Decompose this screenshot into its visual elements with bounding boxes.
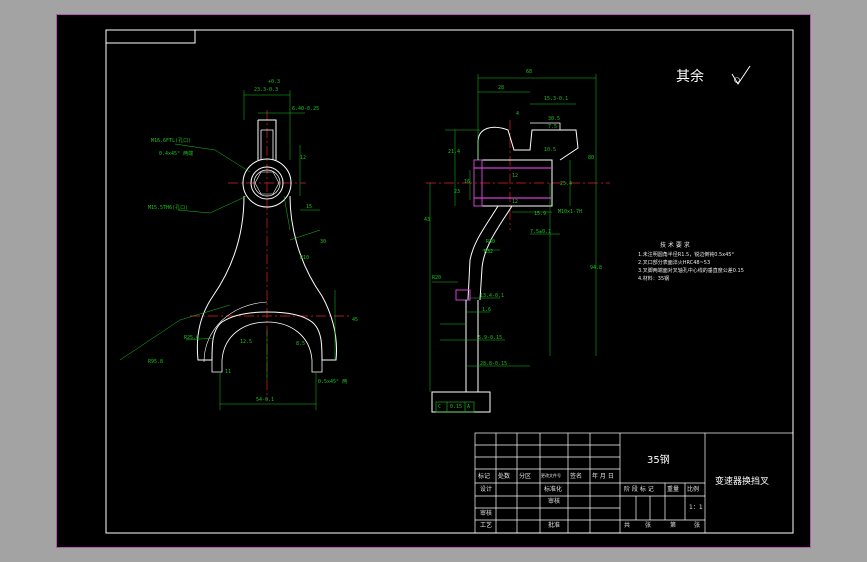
dim-label: 12.5 (240, 339, 253, 345)
tb-row-label: 标准化 (544, 486, 563, 493)
dim-label: 25.4 (560, 181, 573, 187)
part-name: 变速器换挡叉 (715, 477, 770, 487)
tech-note-line: 3.叉脚两端面对叉轴孔中心线的垂直度公差0.15 (638, 268, 744, 274)
dim-label: 5.9-0.15 (478, 335, 503, 341)
dim-line (179, 304, 231, 321)
dim-label: M10x1-7H (558, 209, 583, 215)
dim-label: 12 (512, 173, 519, 179)
dim-label: 0.5x45° 两 (318, 379, 348, 385)
tech-note-line: 1.未注明圆角半径R1.5，锐边倒钝0.5x45° (638, 252, 734, 258)
dim-label: +0.3 (268, 79, 281, 85)
dim-label: 68 (526, 69, 533, 75)
dim-line (119, 319, 181, 361)
dim-label: 12 (300, 155, 307, 161)
dim-label: 11 (225, 369, 232, 375)
dim-label: 21.4 (448, 149, 461, 155)
dim-label: 80 (588, 155, 595, 161)
dim-label: 1.6 (482, 307, 492, 313)
tb-row-label: 工艺 (480, 522, 493, 529)
dim-label: 7.5±0.1 (530, 229, 552, 235)
dim-label: R10 (300, 255, 310, 261)
tb-sheet: 共 (624, 522, 631, 529)
side-view (426, 74, 610, 413)
dim-label: 45 (352, 317, 359, 323)
dim-label: 12 (512, 199, 519, 205)
dim-label: 16 (464, 179, 471, 185)
dim-label: R32 (484, 249, 494, 255)
dim-label: 13.4-0.1 (480, 293, 505, 299)
datum-label: C (438, 404, 442, 410)
tolerance-datum: A (467, 404, 471, 410)
tech-notes-title: 技 术 要 求 (660, 242, 690, 249)
leader (209, 195, 248, 214)
part-outline (477, 126, 579, 161)
tb-header: 处数 (498, 473, 511, 480)
part-outline (311, 360, 323, 373)
dim-label: M15.5TH6(孔口) (148, 205, 189, 211)
tolerance-value: 0.15 (450, 404, 463, 410)
dim-label: R25.0 (184, 335, 200, 341)
material-label: 35钢 (647, 455, 670, 466)
dim-label: 0.4x45° 两端 (159, 151, 194, 157)
leader (214, 149, 251, 173)
drawing-frame (105, 29, 794, 534)
dim-label: 15.9 (534, 211, 547, 217)
dim-label: 28 (498, 85, 505, 91)
dim-label: M16.6FTL(孔口) (151, 138, 192, 144)
tb-header: 更改文件号 (541, 473, 561, 478)
dim-label: 7.5 (548, 124, 558, 130)
dim-label: 15 (306, 204, 313, 210)
tb-header: 分区 (519, 473, 532, 480)
tb-header: 年 月 日 (592, 473, 614, 480)
dim-label: 6.40-0.25 (292, 106, 320, 112)
tb-row-label: 批准 (548, 522, 561, 529)
tb-sheet: 第 (670, 522, 677, 529)
tech-note-line: 2.叉口部分表面淬火HRC48~53 (638, 260, 711, 266)
leader (174, 143, 216, 151)
dim-label: 23.3-0.3 (254, 87, 279, 93)
dim-label: 43 (424, 217, 431, 223)
dim-label: 8.5 (296, 341, 306, 347)
dim-label: 94.8 (590, 265, 603, 271)
part-outline (211, 360, 223, 373)
tb-sheet: 张 (694, 522, 701, 529)
tb-header: 签名 (570, 473, 583, 480)
tb-scale: 1：1 (689, 504, 703, 511)
roughness-label: 其余 (676, 69, 704, 85)
dim-label: 28.8-0.15 (480, 361, 508, 367)
dim-label: 30.5 (548, 116, 561, 122)
tech-note-line: 4.材料：35钢 (638, 276, 670, 282)
dim-label: 4 (516, 111, 520, 117)
dim-label: R20 (432, 275, 442, 281)
dim-label: 23 (454, 189, 461, 195)
tb-stage: 阶 段 标 记 (624, 486, 654, 493)
tb-row-label: 设计 (480, 486, 493, 493)
dim-label: 54-0.1 (256, 397, 275, 403)
dim-line (283, 195, 291, 231)
tb-stage: 比例 (687, 486, 700, 493)
tb-stage: 重量 (667, 486, 680, 493)
dim-label: 30 (320, 239, 327, 245)
dim-label: 15.3-0.1 (544, 96, 569, 102)
tb-sheet: 张 (645, 522, 652, 529)
dim-label: 10.5 (544, 147, 557, 153)
dim-label: R30 (486, 239, 496, 245)
dim-label: R95.8 (148, 359, 164, 365)
corner-label-box (105, 29, 196, 44)
tb-row-label: 审核 (480, 510, 493, 517)
part-outline (203, 301, 268, 363)
tb-row-label: 审核 (548, 498, 561, 505)
tb-header: 标记 (478, 473, 491, 480)
part-outline (465, 300, 479, 392)
